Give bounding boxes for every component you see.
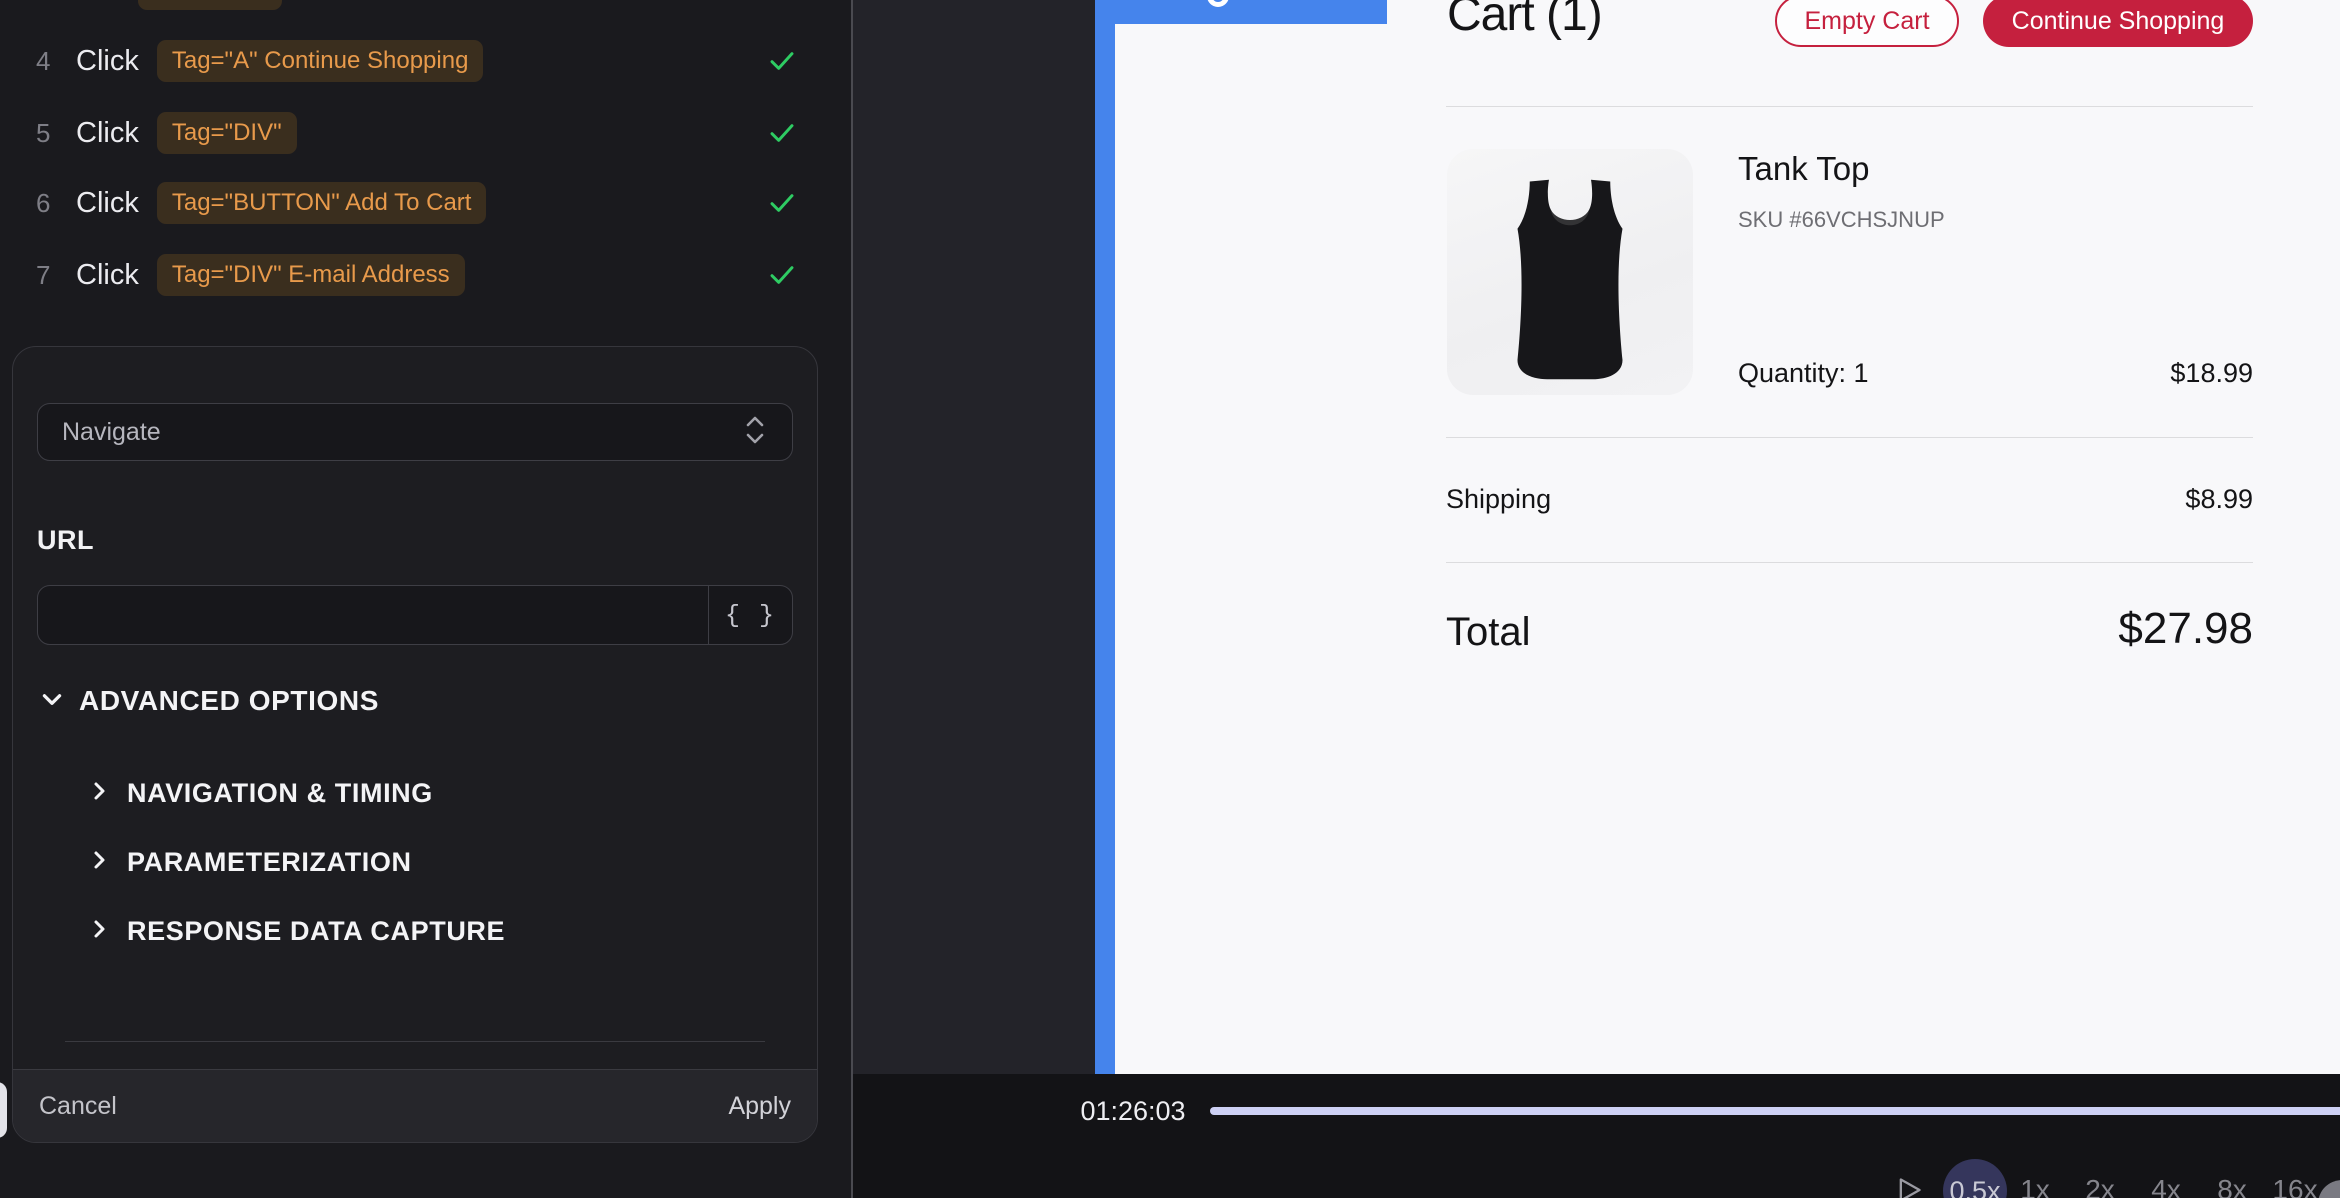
step-badge-partial [138, 0, 282, 10]
step-row-7[interactable]: 7 Click Tag="DIV" E-mail Address [36, 251, 816, 299]
apply-button[interactable]: Apply [728, 1092, 791, 1121]
url-input-wrap: { } [37, 585, 793, 645]
advanced-options-toggle[interactable]: ADVANCED OPTIONS [39, 685, 379, 717]
step-action-label: Click [76, 259, 139, 292]
step-row-6[interactable]: 6 Click Tag="BUTTON" Add To Cart [36, 179, 816, 227]
cart-shipping-divider [1446, 562, 2253, 563]
product-price: $18.99 [1446, 358, 2253, 389]
url-field-label: URL [37, 525, 94, 556]
section-parameterization[interactable]: PARAMETERIZATION [87, 847, 412, 878]
page-header-fragment [1095, 0, 1387, 24]
action-editor-panel: Navigate URL { } ADVANCED OPTIONS [12, 346, 818, 1143]
chevron-right-icon [87, 848, 111, 877]
step-target-badge: Tag="DIV" [157, 112, 297, 154]
panel-divider [65, 1041, 765, 1042]
section-label: NAVIGATION & TIMING [127, 778, 433, 809]
total-price: $27.98 [1446, 604, 2253, 654]
chevron-up-down-icon [742, 413, 768, 452]
steps-sidebar: 4 Click Tag="A" Continue Shopping 5 Clic… [0, 0, 851, 1198]
check-icon [766, 259, 798, 296]
chevron-down-icon [39, 686, 65, 717]
chevron-right-icon [87, 917, 111, 946]
step-target-badge: Tag="BUTTON" Add To Cart [157, 182, 487, 224]
action-type-value: Navigate [62, 418, 742, 447]
step-target-badge: Tag="A" Continue Shopping [157, 40, 484, 82]
playback-bar: 01:26:03 0.5x 1x 2x 4x 8x 16x [853, 1074, 2340, 1198]
playback-progress-bar[interactable] [1210, 1107, 2340, 1115]
check-icon [766, 45, 798, 82]
step-row-4[interactable]: 4 Click Tag="A" Continue Shopping [36, 37, 816, 85]
url-input[interactable] [38, 586, 708, 644]
advanced-options-label: ADVANCED OPTIONS [79, 685, 379, 717]
shipping-price: $8.99 [1446, 484, 2253, 515]
step-action-label: Click [76, 45, 139, 78]
empty-cart-button[interactable]: Empty Cart [1775, 0, 1959, 47]
check-icon [766, 187, 798, 224]
replayed-cart-page: Cart (1) Empty Cart Continue Shopping Ta… [1114, 0, 2340, 1074]
section-label: RESPONSE DATA CAPTURE [127, 916, 505, 947]
edge-drag-handle[interactable] [0, 1082, 7, 1138]
action-type-select[interactable]: Navigate [37, 403, 793, 461]
step-number: 4 [36, 46, 62, 77]
cart-header-divider [1446, 106, 2253, 107]
play-icon[interactable] [1895, 1176, 1923, 1198]
section-label: PARAMETERIZATION [127, 847, 412, 878]
tank-top-graphic [1480, 171, 1660, 381]
product-sku: SKU #66VCHSJNUP [1738, 207, 1945, 233]
step-target-badge: Tag="DIV" E-mail Address [157, 254, 465, 296]
cart-item-divider [1446, 437, 2253, 438]
step-row-5[interactable]: 5 Click Tag="DIV" [36, 109, 816, 157]
cart-page-title: Cart (1) [1447, 0, 1602, 42]
chevron-right-icon [87, 779, 111, 808]
step-number: 5 [36, 118, 62, 149]
section-response-data-capture[interactable]: RESPONSE DATA CAPTURE [87, 916, 505, 947]
continue-shopping-button[interactable]: Continue Shopping [1983, 0, 2253, 47]
page-left-accent-bar [1095, 0, 1115, 1074]
site-logo-ring-icon [1207, 0, 1229, 7]
panel-footer: Cancel Apply [13, 1069, 817, 1142]
app-window: 4 Click Tag="A" Continue Shopping 5 Clic… [0, 0, 2340, 1198]
cancel-button[interactable]: Cancel [39, 1092, 117, 1121]
section-navigation-timing[interactable]: NAVIGATION & TIMING [87, 778, 433, 809]
step-action-label: Click [76, 117, 139, 150]
check-icon [766, 117, 798, 154]
step-action-label: Click [76, 187, 139, 220]
step-number: 7 [36, 260, 62, 291]
product-name: Tank Top [1738, 150, 1869, 188]
step-number: 6 [36, 188, 62, 219]
playback-timestamp: 01:26:03 [1053, 1096, 1213, 1127]
insert-variable-button[interactable]: { } [708, 586, 792, 644]
